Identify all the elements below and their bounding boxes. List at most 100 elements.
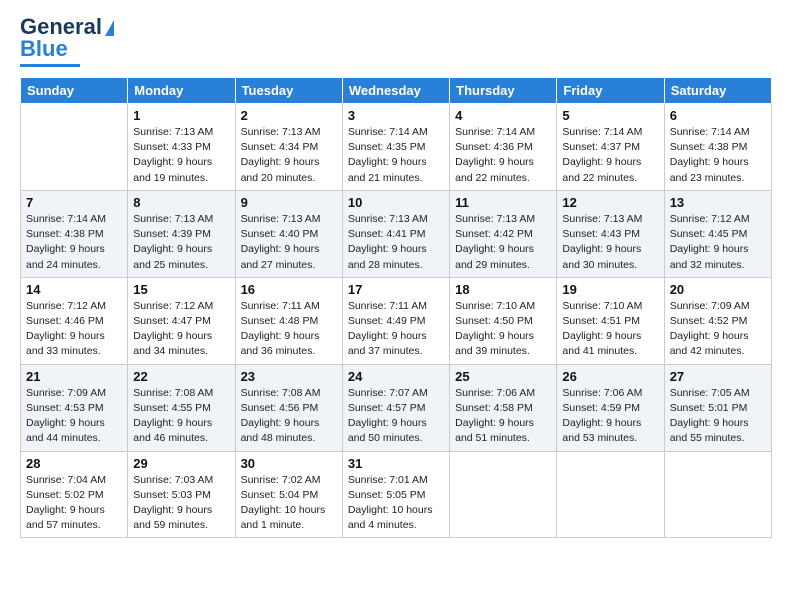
day-number: 17 [348,282,444,297]
day-info: Sunrise: 7:09 AMSunset: 4:53 PMDaylight:… [26,386,122,447]
day-number: 3 [348,108,444,123]
day-number: 14 [26,282,122,297]
calendar-cell: 11 Sunrise: 7:13 AMSunset: 4:42 PMDayligh… [450,190,557,277]
calendar-cell: 3Sunrise: 7:14 AMSunset: 4:35 PMDaylight… [342,104,449,191]
day-number: 22 [133,369,229,384]
calendar-cell: 30Sunrise: 7:02 AMSunset: 5:04 PMDayligh… [235,451,342,538]
page: General Blue SundayMondayTuesdayWednesda… [0,0,792,612]
day-number: 20 [670,282,766,297]
day-number: 11 [455,195,551,210]
calendar-cell: 14 Sunrise: 7:12 AMSunset: 4:46 PMDayligh… [21,277,128,364]
logo-blue-text: Blue [20,36,68,62]
day-number: 15 [133,282,229,297]
day-number: 24 [348,369,444,384]
calendar-cell: 25Sunrise: 7:06 AMSunset: 4:58 PMDayligh… [450,364,557,451]
day-info: Sunrise: 7:11 AMSunset: 4:49 PMDaylight:… [348,299,444,360]
calendar-cell [450,451,557,538]
day-info: Sunrise: 7:13 AMSunset: 4:39 PMDaylight:… [133,212,229,273]
calendar-cell: 4 Sunrise: 7:14 AMSunset: 4:36 PMDaylight… [450,104,557,191]
day-info: Sunrise: 7:13 AMSunset: 4:34 PMDaylight:… [241,125,337,186]
calendar-cell: 16Sunrise: 7:11 AMSunset: 4:48 PMDayligh… [235,277,342,364]
calendar-cell: 31Sunrise: 7:01 AMSunset: 5:05 PMDayligh… [342,451,449,538]
calendar-cell: 23 Sunrise: 7:08 AMSunset: 4:56 PMDayligh… [235,364,342,451]
day-info: Sunrise: 7:07 AMSunset: 4:57 PMDaylight:… [348,386,444,447]
calendar-cell: 10 Sunrise: 7:13 AMSunset: 4:41 PMDayligh… [342,190,449,277]
day-number: 8 [133,195,229,210]
day-number: 7 [26,195,122,210]
calendar-cell: 2 Sunrise: 7:13 AMSunset: 4:34 PMDaylight… [235,104,342,191]
day-info: Sunrise: 7:08 AMSunset: 4:56 PMDaylight:… [241,386,337,447]
logo-text: General [20,16,114,38]
calendar-header-sunday: Sunday [21,78,128,104]
day-number: 31 [348,456,444,471]
calendar-cell: 21 Sunrise: 7:09 AMSunset: 4:53 PMDayligh… [21,364,128,451]
calendar-cell: 7 Sunrise: 7:14 AMSunset: 4:38 PMDaylight… [21,190,128,277]
calendar-week-2: 7 Sunrise: 7:14 AMSunset: 4:38 PMDaylight… [21,190,772,277]
day-info: Sunrise: 7:08 AMSunset: 4:55 PMDaylight:… [133,386,229,447]
calendar-cell: 12 Sunrise: 7:13 AMSunset: 4:43 PMDayligh… [557,190,664,277]
day-info: Sunrise: 7:09 AMSunset: 4:52 PMDaylight:… [670,299,766,360]
day-info: Sunrise: 7:03 AMSunset: 5:03 PMDaylight:… [133,473,229,534]
day-info: Sunrise: 7:14 AMSunset: 4:38 PMDaylight:… [670,125,766,186]
day-info: Sunrise: 7:12 AMSunset: 4:46 PMDaylight:… [26,299,122,360]
calendar-cell: 8 Sunrise: 7:13 AMSunset: 4:39 PMDaylight… [128,190,235,277]
day-number: 12 [562,195,658,210]
day-number: 21 [26,369,122,384]
day-number: 28 [26,456,122,471]
day-info: Sunrise: 7:06 AMSunset: 4:58 PMDaylight:… [455,386,551,447]
day-number: 27 [670,369,766,384]
calendar-cell: 20 Sunrise: 7:09 AMSunset: 4:52 PMDayligh… [664,277,771,364]
calendar-cell: 5Sunrise: 7:14 AMSunset: 4:37 PMDaylight… [557,104,664,191]
calendar-cell: 17 Sunrise: 7:11 AMSunset: 4:49 PMDayligh… [342,277,449,364]
logo: General Blue [20,16,114,67]
calendar-cell: 29 Sunrise: 7:03 AMSunset: 5:03 PMDayligh… [128,451,235,538]
calendar-cell: 22 Sunrise: 7:08 AMSunset: 4:55 PMDayligh… [128,364,235,451]
day-info: Sunrise: 7:06 AMSunset: 4:59 PMDaylight:… [562,386,658,447]
logo-underline [20,64,80,67]
calendar-cell: 24 Sunrise: 7:07 AMSunset: 4:57 PMDayligh… [342,364,449,451]
day-info: Sunrise: 7:10 AMSunset: 4:51 PMDaylight:… [562,299,658,360]
day-info: Sunrise: 7:10 AMSunset: 4:50 PMDaylight:… [455,299,551,360]
day-info: Sunrise: 7:14 AMSunset: 4:36 PMDaylight:… [455,125,551,186]
day-number: 16 [241,282,337,297]
day-info: Sunrise: 7:12 AMSunset: 4:45 PMDaylight:… [670,212,766,273]
day-info: Sunrise: 7:13 AMSunset: 4:42 PMDaylight:… [455,212,551,273]
day-number: 26 [562,369,658,384]
calendar-header-tuesday: Tuesday [235,78,342,104]
day-info: Sunrise: 7:13 AMSunset: 4:43 PMDaylight:… [562,212,658,273]
calendar-header-wednesday: Wednesday [342,78,449,104]
calendar-header-thursday: Thursday [450,78,557,104]
calendar-week-5: 28Sunrise: 7:04 AMSunset: 5:02 PMDayligh… [21,451,772,538]
calendar-cell: 13Sunrise: 7:12 AMSunset: 4:45 PMDayligh… [664,190,771,277]
calendar-cell: 6 Sunrise: 7:14 AMSunset: 4:38 PMDaylight… [664,104,771,191]
calendar-cell: 1Sunrise: 7:13 AMSunset: 4:33 PMDaylight… [128,104,235,191]
logo-triangle-icon [105,20,114,36]
calendar-week-3: 14 Sunrise: 7:12 AMSunset: 4:46 PMDayligh… [21,277,772,364]
day-number: 5 [562,108,658,123]
calendar-cell: 19Sunrise: 7:10 AMSunset: 4:51 PMDayligh… [557,277,664,364]
day-number: 10 [348,195,444,210]
day-number: 23 [241,369,337,384]
calendar-table: SundayMondayTuesdayWednesdayThursdayFrid… [20,77,772,538]
day-info: Sunrise: 7:14 AMSunset: 4:38 PMDaylight:… [26,212,122,273]
day-number: 9 [241,195,337,210]
day-info: Sunrise: 7:13 AMSunset: 4:41 PMDaylight:… [348,212,444,273]
calendar-cell: 26 Sunrise: 7:06 AMSunset: 4:59 PMDayligh… [557,364,664,451]
calendar-week-4: 21 Sunrise: 7:09 AMSunset: 4:53 PMDayligh… [21,364,772,451]
calendar-cell: 18 Sunrise: 7:10 AMSunset: 4:50 PMDayligh… [450,277,557,364]
day-info: Sunrise: 7:05 AMSunset: 5:01 PMDaylight:… [670,386,766,447]
day-info: Sunrise: 7:12 AMSunset: 4:47 PMDaylight:… [133,299,229,360]
calendar-header-monday: Monday [128,78,235,104]
day-number: 30 [241,456,337,471]
calendar-header-saturday: Saturday [664,78,771,104]
calendar-header-friday: Friday [557,78,664,104]
calendar-week-1: 1Sunrise: 7:13 AMSunset: 4:33 PMDaylight… [21,104,772,191]
day-number: 4 [455,108,551,123]
day-info: Sunrise: 7:13 AMSunset: 4:40 PMDaylight:… [241,212,337,273]
header: General Blue [20,16,772,67]
day-number: 2 [241,108,337,123]
calendar-cell [21,104,128,191]
day-number: 18 [455,282,551,297]
day-number: 29 [133,456,229,471]
day-number: 6 [670,108,766,123]
